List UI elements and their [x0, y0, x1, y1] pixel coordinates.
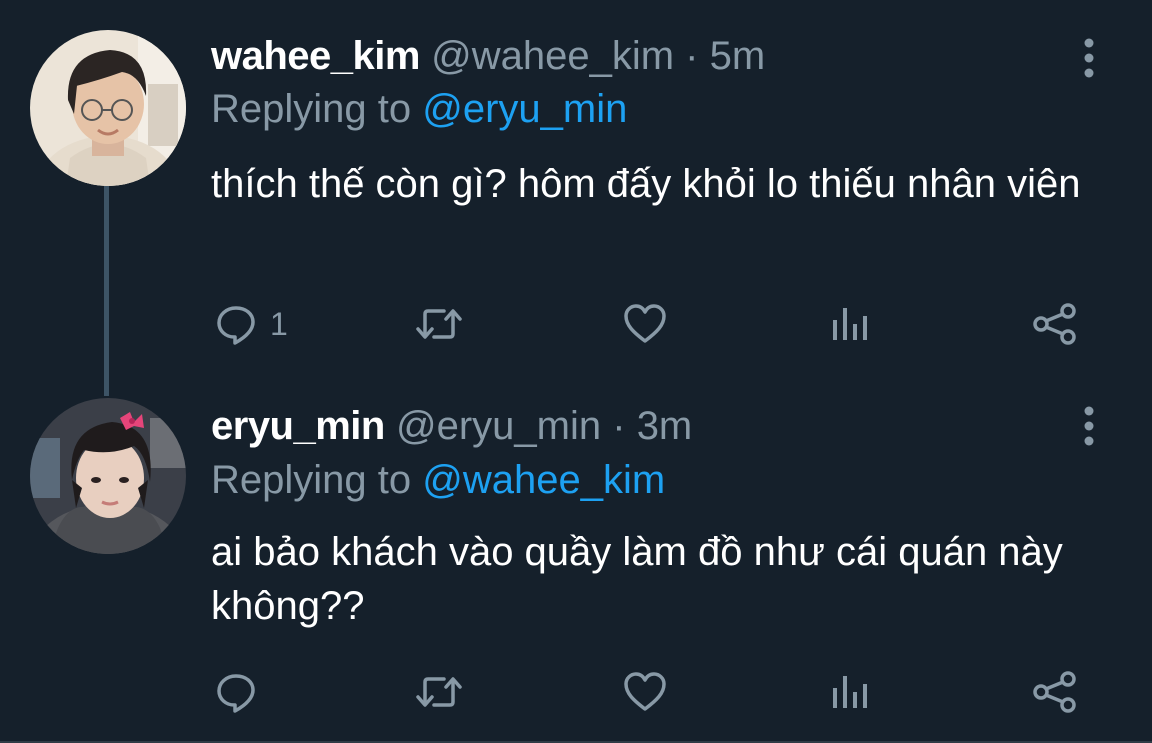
- analytics-bars-icon: [833, 676, 867, 708]
- tweet-text: thích thế còn gì? hôm đấy khỏi lo thiếu …: [211, 162, 1081, 206]
- share-icon: [1033, 671, 1076, 713]
- tweet-actions: 1: [0, 294, 1152, 354]
- reply-bubble-icon: [217, 674, 255, 713]
- replying-to-label: Replying to: [211, 458, 412, 502]
- retweet-icon: [416, 677, 462, 707]
- share-button[interactable]: [1032, 302, 1078, 346]
- display-name[interactable]: eryu_min: [211, 404, 385, 448]
- tweet-text: ai bảo khách vào quầy làm đồ như cái quá…: [211, 530, 1063, 628]
- analytics-bars-icon: [833, 308, 867, 340]
- person-photo-avatar: [30, 398, 186, 554]
- reply-count: 1: [270, 306, 288, 342]
- reply-bubble-icon: [217, 306, 255, 345]
- replying-to-mention[interactable]: @eryu_min: [422, 87, 627, 131]
- tweet-header: eryu_min @eryu_min · 3m: [211, 403, 692, 449]
- timestamp[interactable]: 5m: [710, 34, 766, 78]
- heart-icon: [624, 304, 666, 343]
- replying-to-mention[interactable]: @wahee_kim: [422, 458, 665, 502]
- share-button[interactable]: [1032, 670, 1078, 714]
- user-handle[interactable]: @eryu_min: [396, 404, 601, 448]
- heart-icon: [624, 672, 666, 711]
- timestamp[interactable]: 3m: [637, 404, 693, 448]
- vertical-dots-icon[interactable]: [1078, 404, 1100, 448]
- tweet-header: wahee_kim @wahee_kim · 5m: [211, 33, 765, 79]
- avatar[interactable]: [30, 398, 186, 554]
- person-photo-avatar: [30, 30, 186, 186]
- replying-to: Replying to @eryu_min: [211, 86, 627, 132]
- separator-dot: ·: [685, 34, 699, 78]
- replying-to: Replying to @wahee_kim: [211, 457, 665, 503]
- avatar[interactable]: [30, 30, 186, 186]
- retweet-icon: [416, 309, 462, 339]
- replying-to-label: Replying to: [211, 87, 412, 131]
- reply-button[interactable]: 1: [214, 302, 288, 346]
- tweet[interactable]: wahee_kim @wahee_kim · 5m Replying to @e…: [0, 0, 1152, 370]
- reply-button[interactable]: [214, 670, 270, 714]
- tweet-actions: [0, 662, 1152, 722]
- analytics-button[interactable]: [829, 670, 869, 714]
- separator-dot: ·: [612, 404, 626, 448]
- display-name[interactable]: wahee_kim: [211, 34, 420, 78]
- user-handle[interactable]: @wahee_kim: [431, 34, 674, 78]
- like-button[interactable]: [623, 302, 667, 346]
- retweet-button[interactable]: [414, 302, 464, 346]
- analytics-button[interactable]: [829, 302, 869, 346]
- like-button[interactable]: [623, 670, 667, 714]
- share-icon: [1033, 303, 1076, 345]
- tweet[interactable]: eryu_min @eryu_min · 3m Replying to @wah…: [0, 370, 1152, 743]
- retweet-button[interactable]: [414, 670, 464, 714]
- vertical-dots-icon[interactable]: [1078, 36, 1100, 80]
